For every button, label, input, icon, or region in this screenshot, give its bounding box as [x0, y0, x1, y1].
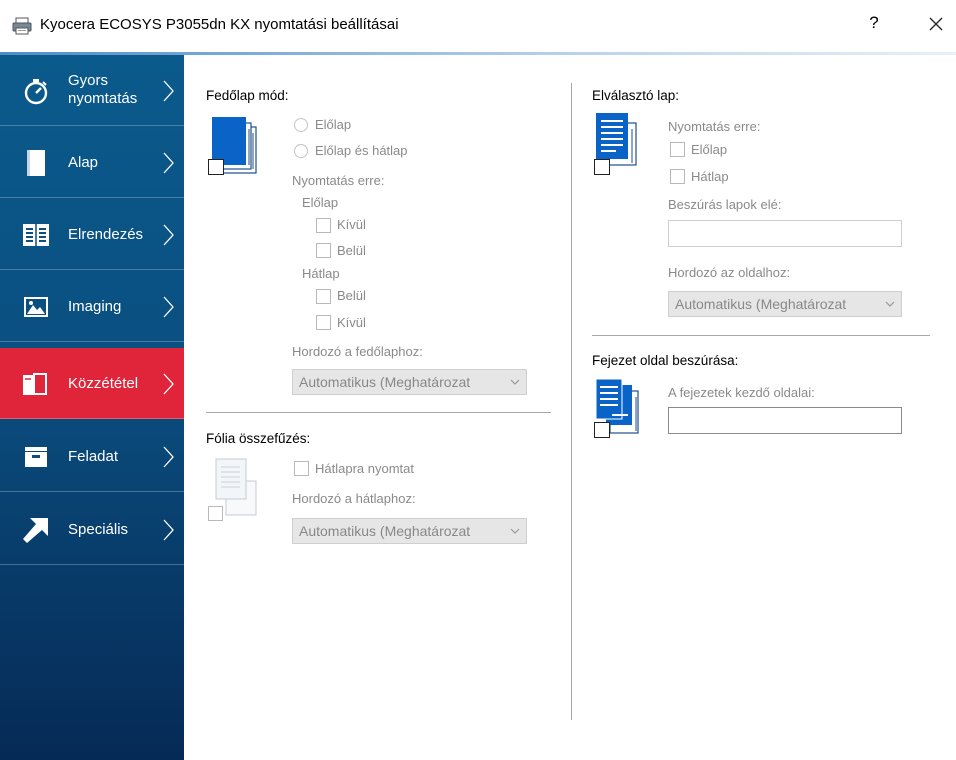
sidebar-item-publishing[interactable]: Közzététel [0, 348, 184, 419]
sidebar-item-quick-print[interactable]: Gyors nyomtatás [0, 55, 184, 126]
section-divider [206, 412, 551, 413]
arrow-icon [23, 518, 48, 543]
sidebar-item-basic[interactable]: Alap [0, 127, 184, 198]
cover-back-outside-checkbox[interactable] [316, 315, 331, 330]
chapter-checkbox[interactable] [594, 422, 610, 438]
window-title: Kyocera ECOSYS P3055dn KX nyomtatási beá… [40, 16, 399, 33]
cover-front-label: Előlap [315, 117, 352, 132]
chevron-right-icon [163, 519, 174, 541]
chevron-right-icon [163, 224, 174, 246]
cover-back-outside-label: Kívül [337, 315, 366, 330]
cover-front-inside-label: Belül [337, 243, 366, 258]
picture-icon [24, 297, 48, 317]
insert-before-input[interactable] [668, 220, 902, 247]
cover-media-label: Hordozó a fedőlaphoz: [292, 344, 423, 359]
cover-media-value: Automatikus (Meghatározat [299, 374, 471, 390]
separator-media-label: Hordozó az oldalhoz: [668, 265, 791, 280]
sidebar-item-label: Imaging [68, 298, 122, 315]
sidebar-item-label: Speciális [68, 521, 129, 538]
chevron-right-icon [163, 80, 174, 102]
help-button[interactable]: ? [866, 13, 882, 33]
print-on-back-checkbox[interactable] [294, 461, 309, 476]
section-divider [592, 335, 930, 336]
cover-front-inside-checkbox[interactable] [316, 243, 331, 258]
page-icon [27, 150, 45, 176]
cover-mode-heading: Fedőlap mód: [206, 88, 289, 103]
sidebar-item-label: Alap [68, 154, 99, 171]
chapter-start-label: A fejezetek kezdő oldalai: [668, 385, 815, 400]
separator-media-value: Automatikus (Meghatározat [675, 296, 847, 312]
separator-front-checkbox[interactable] [670, 142, 685, 157]
transparency-checkbox[interactable] [208, 506, 223, 521]
publishing-icon [23, 373, 47, 395]
cover-front-outside-label: Kívül [337, 217, 366, 232]
cover-back-inside-label: Belül [337, 288, 366, 303]
sidebar-item-label: Gyors [68, 72, 109, 89]
cover-print-on-label: Nyomtatás erre: [292, 173, 385, 188]
back-media-select[interactable]: Automatikus (Meghatározat [292, 518, 527, 544]
sidebar-item-label: Elrendezés [68, 226, 144, 243]
insert-before-label: Beszúrás lapok elé: [668, 197, 782, 212]
chapter-start-input[interactable] [668, 407, 902, 434]
cover-front-radio[interactable] [294, 118, 308, 132]
chevron-down-icon [510, 379, 520, 385]
separator-front-label: Előlap [691, 142, 728, 157]
sidebar-item-advanced[interactable]: Speciális [0, 494, 184, 565]
chevron-right-icon [163, 296, 174, 318]
separator-print-on-label: Nyomtatás erre: [668, 119, 761, 134]
printer-icon [12, 17, 32, 35]
chapter-heading: Fejezet oldal beszúrása: [592, 353, 739, 368]
cover-front-back-label: Előlap és hátlap [315, 143, 408, 158]
separator-media-select[interactable]: Automatikus (Meghatározat [668, 291, 902, 317]
chevron-down-icon [885, 301, 895, 307]
publishing-panel: Fedőlap mód: Előlap Előlap és hátlap Nyo… [184, 55, 956, 760]
sidebar-item-label: nyomtatás [68, 90, 138, 107]
sidebar-item-imaging[interactable]: Imaging [0, 271, 184, 342]
layout-grid-icon [23, 224, 49, 246]
stopwatch-icon [24, 79, 48, 105]
chevron-right-icon [163, 446, 174, 468]
cover-back-group-label: Hátlap [302, 266, 340, 281]
sidebar-item-job[interactable]: Feladat [0, 421, 184, 492]
sidebar-item-label: Feladat [68, 448, 119, 465]
cover-front-group-label: Előlap [302, 195, 339, 210]
back-media-label: Hordozó a hátlaphoz: [292, 491, 416, 506]
separator-back-checkbox[interactable] [670, 169, 685, 184]
close-icon[interactable] [926, 14, 946, 34]
separator-checkbox[interactable] [594, 159, 610, 175]
cover-front-outside-checkbox[interactable] [316, 218, 331, 233]
title-bar: Kyocera ECOSYS P3055dn KX nyomtatási beá… [0, 0, 956, 52]
chevron-down-icon [510, 528, 520, 534]
separator-heading: Elválasztó lap: [592, 88, 680, 103]
cover-back-inside-checkbox[interactable] [316, 289, 331, 304]
cover-media-select[interactable]: Automatikus (Meghatározat [292, 369, 527, 395]
chevron-right-icon [163, 152, 174, 174]
column-divider [571, 83, 572, 720]
transparency-heading: Fólia összefűzés: [206, 431, 311, 446]
separator-back-label: Hátlap [691, 169, 729, 184]
cover-mode-checkbox[interactable] [208, 159, 224, 175]
sidebar: Gyors nyomtatás Alap Elrendezés Imaging … [0, 55, 184, 760]
print-on-back-label: Hátlapra nyomtat [315, 461, 414, 476]
back-media-value: Automatikus (Meghatározat [299, 523, 471, 539]
job-tray-icon [25, 447, 47, 467]
sidebar-item-label: Közzététel [68, 375, 139, 392]
chevron-right-icon [163, 373, 174, 395]
sidebar-item-layout[interactable]: Elrendezés [0, 199, 184, 270]
cover-front-back-radio[interactable] [294, 144, 308, 158]
